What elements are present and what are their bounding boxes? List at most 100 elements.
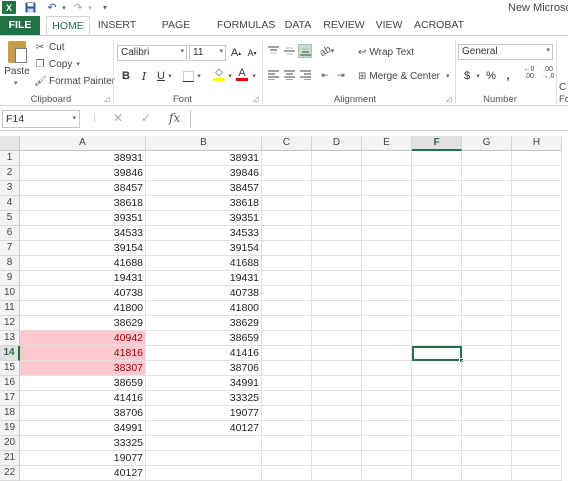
borders-dropdown-icon[interactable]: ▾ xyxy=(195,69,203,83)
cell-e17[interactable] xyxy=(362,391,412,406)
cell-e7[interactable] xyxy=(362,241,412,256)
cell-h9[interactable] xyxy=(512,271,562,286)
row-header-18[interactable]: 18 xyxy=(0,406,20,421)
decrease-indent-button[interactable]: ⇤ xyxy=(318,68,332,82)
redo-dropdown-icon[interactable]: ▾ xyxy=(86,1,94,14)
cell-f22[interactable] xyxy=(412,466,462,481)
cell-g14[interactable] xyxy=(462,346,512,361)
cell-g18[interactable] xyxy=(462,406,512,421)
cell-h12[interactable] xyxy=(512,316,562,331)
cell-a12[interactable]: 38629 xyxy=(20,316,146,331)
cell-f13[interactable] xyxy=(412,331,462,346)
cell-b20[interactable] xyxy=(146,436,262,451)
orientation-button[interactable]: ab ▾ xyxy=(318,43,336,58)
cell-e6[interactable] xyxy=(362,226,412,241)
cell-e16[interactable] xyxy=(362,376,412,391)
cell-f8[interactable] xyxy=(412,256,462,271)
row-header-22[interactable]: 22 xyxy=(0,466,20,481)
font-color-button[interactable]: A xyxy=(236,67,248,81)
cell-e12[interactable] xyxy=(362,316,412,331)
currency-dropdown-icon[interactable]: ▾ xyxy=(474,69,482,83)
cell-c14[interactable] xyxy=(262,346,312,361)
bold-button[interactable]: B xyxy=(120,69,132,83)
cell-h10[interactable] xyxy=(512,286,562,301)
cell-d6[interactable] xyxy=(312,226,362,241)
cell-a20[interactable]: 33325 xyxy=(20,436,146,451)
cell-d11[interactable] xyxy=(312,301,362,316)
cell-f21[interactable] xyxy=(412,451,462,466)
cell-h19[interactable] xyxy=(512,421,562,436)
cell-e10[interactable] xyxy=(362,286,412,301)
cell-e19[interactable] xyxy=(362,421,412,436)
cell-d16[interactable] xyxy=(312,376,362,391)
cell-h5[interactable] xyxy=(512,211,562,226)
cell-g12[interactable] xyxy=(462,316,512,331)
tab-page-layout[interactable]: PAGE LAYOUT xyxy=(143,16,209,50)
cell-b7[interactable]: 39154 xyxy=(146,241,262,256)
cell-c4[interactable] xyxy=(262,196,312,211)
cell-e21[interactable] xyxy=(362,451,412,466)
cell-d22[interactable] xyxy=(312,466,362,481)
save-icon[interactable] xyxy=(24,1,36,14)
cell-a8[interactable]: 41688 xyxy=(20,256,146,271)
column-header-d[interactable]: D xyxy=(312,136,362,151)
cell-e8[interactable] xyxy=(362,256,412,271)
align-center-button[interactable] xyxy=(282,68,296,82)
cell-d3[interactable] xyxy=(312,181,362,196)
cell-b3[interactable]: 38457 xyxy=(146,181,262,196)
cell-c2[interactable] xyxy=(262,166,312,181)
cell-e4[interactable] xyxy=(362,196,412,211)
cell-c21[interactable] xyxy=(262,451,312,466)
row-header-13[interactable]: 13 xyxy=(0,331,20,346)
cell-e2[interactable] xyxy=(362,166,412,181)
cell-e20[interactable] xyxy=(362,436,412,451)
cell-d17[interactable] xyxy=(312,391,362,406)
tab-acrobat[interactable]: ACROBAT xyxy=(414,16,464,35)
row-header-16[interactable]: 16 xyxy=(0,376,20,391)
merge-center-button[interactable]: ⊞ Merge & Center ▾ xyxy=(358,69,450,83)
cell-c17[interactable] xyxy=(262,391,312,406)
italic-button[interactable]: I xyxy=(138,69,150,83)
cell-h16[interactable] xyxy=(512,376,562,391)
cell-a1[interactable]: 38931 xyxy=(20,151,146,166)
cell-f7[interactable] xyxy=(412,241,462,256)
cell-g8[interactable] xyxy=(462,256,512,271)
cell-c11[interactable] xyxy=(262,301,312,316)
cell-f1[interactable] xyxy=(412,151,462,166)
cell-h11[interactable] xyxy=(512,301,562,316)
cell-f11[interactable] xyxy=(412,301,462,316)
cell-b15[interactable]: 38706 xyxy=(146,361,262,376)
copy-button[interactable]: ❐ Copy ▾ xyxy=(34,57,80,71)
cell-b14[interactable]: 41416 xyxy=(146,346,262,361)
cell-h2[interactable] xyxy=(512,166,562,181)
cell-b11[interactable]: 41800 xyxy=(146,301,262,316)
cell-b16[interactable]: 34991 xyxy=(146,376,262,391)
cell-f4[interactable] xyxy=(412,196,462,211)
cell-a14[interactable]: 41816 xyxy=(20,346,146,361)
row-header-10[interactable]: 10 xyxy=(0,286,20,301)
row-header-11[interactable]: 11 xyxy=(0,301,20,316)
cell-a5[interactable]: 39351 xyxy=(20,211,146,226)
row-header-21[interactable]: 21 xyxy=(0,451,20,466)
wrap-text-button[interactable]: ↩ Wrap Text xyxy=(358,45,414,59)
select-all-corner[interactable] xyxy=(0,136,20,151)
cell-f17[interactable] xyxy=(412,391,462,406)
font-launcher-icon[interactable]: ◿ xyxy=(253,95,258,103)
cell-g17[interactable] xyxy=(462,391,512,406)
row-header-19[interactable]: 19 xyxy=(0,421,20,436)
column-header-c[interactable]: C xyxy=(262,136,312,151)
cell-c15[interactable] xyxy=(262,361,312,376)
column-header-b[interactable]: B xyxy=(146,136,262,151)
cell-f20[interactable] xyxy=(412,436,462,451)
row-header-5[interactable]: 5 xyxy=(0,211,20,226)
tab-home[interactable]: HOME xyxy=(46,16,90,35)
cell-h1[interactable] xyxy=(512,151,562,166)
fill-color-button[interactable]: ◇ xyxy=(212,67,226,81)
cell-e18[interactable] xyxy=(362,406,412,421)
alignment-launcher-icon[interactable]: ◿ xyxy=(446,95,451,103)
cell-d2[interactable] xyxy=(312,166,362,181)
cell-g6[interactable] xyxy=(462,226,512,241)
row-header-17[interactable]: 17 xyxy=(0,391,20,406)
fill-dropdown-icon[interactable]: ▾ xyxy=(226,69,234,83)
cell-b5[interactable]: 39351 xyxy=(146,211,262,226)
